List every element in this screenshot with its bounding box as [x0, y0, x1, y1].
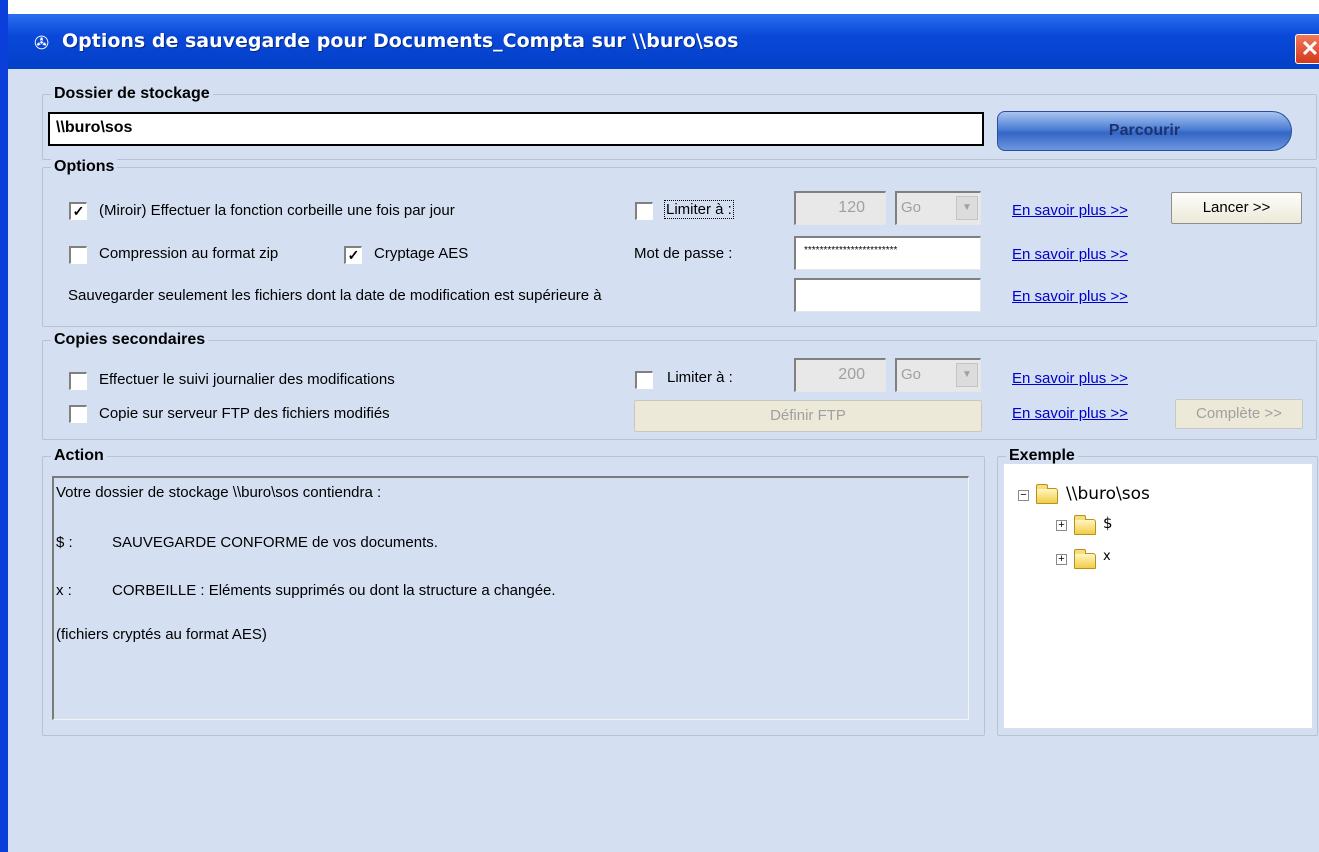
- limit-value: 120: [838, 199, 865, 216]
- check-mark-icon: ✓: [347, 247, 360, 263]
- example-legend: Exemple: [1006, 447, 1078, 465]
- action-legend: Action: [51, 447, 107, 465]
- password-value: ************************: [804, 245, 898, 256]
- storage-legend: Dossier de stockage: [51, 85, 213, 103]
- secondary-limit-unit-select[interactable]: Go ▼: [895, 358, 981, 392]
- secondary-limit-value-input[interactable]: 200: [794, 358, 886, 392]
- complete-button[interactable]: Complète >>: [1175, 399, 1303, 429]
- mirror-label: (Miroir) Effectuer la fonction corbeille…: [99, 202, 455, 219]
- ftp-checkbox[interactable]: [69, 405, 87, 423]
- options-legend: Options: [51, 158, 118, 176]
- secondary-limit-value: 200: [838, 366, 865, 383]
- storage-path-input[interactable]: \\buro\sos: [48, 112, 984, 146]
- tree-child-label[interactable]: $: [1103, 514, 1113, 532]
- aes-checkbox[interactable]: ✓: [344, 246, 362, 264]
- expand-icon[interactable]: +: [1056, 554, 1067, 565]
- password-input[interactable]: ************************: [794, 236, 981, 270]
- secondary-limit-label: Limiter à :: [667, 369, 733, 386]
- limit-checkbox[interactable]: [635, 202, 653, 220]
- action-line-3-text: CORBEILLE : Eléments supprimés ou dont l…: [112, 582, 556, 599]
- close-icon: ✕: [1300, 36, 1319, 61]
- journal-checkbox[interactable]: [69, 372, 87, 390]
- learn-more-link-date[interactable]: En savoir plus >>: [1012, 288, 1128, 305]
- folder-icon: [1036, 484, 1058, 504]
- date-filter-label: Sauvegarder seulement les fichiers dont …: [68, 287, 602, 304]
- zip-label: Compression au format zip: [99, 245, 279, 262]
- zip-checkbox[interactable]: [69, 246, 87, 264]
- title-bar[interactable]: ✇ Options de sauvegarde pour Documents_C…: [8, 14, 1319, 69]
- action-line-1: Votre dossier de stockage \\buro\sos con…: [56, 484, 382, 501]
- folder-icon: [1074, 549, 1096, 569]
- action-line-4: (fichiers cryptés au format AES): [56, 626, 267, 643]
- secondary-limit-checkbox[interactable]: [635, 371, 653, 389]
- close-button[interactable]: ✕: [1295, 34, 1319, 64]
- collapse-icon[interactable]: −: [1018, 490, 1029, 501]
- aes-label: Cryptage AES: [374, 245, 469, 262]
- secondary-limit-unit-value: Go: [901, 366, 922, 383]
- tree-root-label[interactable]: \\buro\sos: [1066, 484, 1150, 504]
- learn-more-link-mirror[interactable]: En savoir plus >>: [1012, 202, 1128, 219]
- folder-icon: [1074, 515, 1096, 535]
- launch-button[interactable]: Lancer >>: [1171, 192, 1302, 224]
- journal-label: Effectuer le suivi journalier des modifi…: [99, 371, 395, 388]
- secondary-legend: Copies secondaires: [51, 331, 209, 349]
- learn-more-link-journal[interactable]: En savoir plus >>: [1012, 370, 1128, 387]
- window-title: Options de sauvegarde pour Documents_Com…: [62, 30, 739, 52]
- browse-button[interactable]: Parcourir: [997, 111, 1292, 151]
- top-strip: [8, 0, 1319, 14]
- limit-unit-value: Go: [901, 199, 922, 216]
- ftp-label: Copie sur serveur FTP des fichiers modif…: [99, 405, 390, 422]
- chevron-down-icon[interactable]: ▼: [956, 196, 978, 220]
- action-description-box: Votre dossier de stockage \\buro\sos con…: [52, 476, 969, 720]
- password-label: Mot de passe :: [634, 245, 733, 262]
- define-ftp-button[interactable]: Définir FTP: [634, 400, 982, 432]
- action-line-2-text: SAUVEGARDE CONFORME de vos documents.: [112, 534, 438, 551]
- example-tree[interactable]: − \\buro\sos + $ + x: [1004, 464, 1312, 728]
- action-line-2-key: $ :: [56, 534, 73, 551]
- storage-path-value: \\buro\sos: [56, 119, 133, 136]
- mirror-checkbox[interactable]: ✓: [69, 202, 87, 220]
- limit-label: Limiter à :: [664, 200, 734, 219]
- action-line-3-key: x :: [56, 582, 72, 599]
- limit-value-input[interactable]: 120: [794, 191, 886, 225]
- dialog-window: ✇ Options de sauvegarde pour Documents_C…: [0, 0, 1319, 852]
- limit-unit-select[interactable]: Go ▼: [895, 191, 981, 225]
- app-icon: ✇: [34, 33, 50, 53]
- check-mark-icon: ✓: [72, 203, 85, 219]
- chevron-down-icon[interactable]: ▼: [956, 363, 978, 387]
- tree-child-label[interactable]: x: [1103, 549, 1111, 564]
- learn-more-link-aes[interactable]: En savoir plus >>: [1012, 246, 1128, 263]
- learn-more-link-ftp[interactable]: En savoir plus >>: [1012, 405, 1128, 422]
- expand-icon[interactable]: +: [1056, 520, 1067, 531]
- date-filter-input[interactable]: [794, 278, 981, 312]
